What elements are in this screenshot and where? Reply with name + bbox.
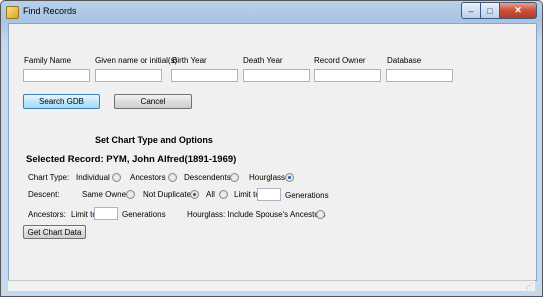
ancestors-limit-label: Limit to [71, 210, 97, 219]
chart-type-ancestors-radio[interactable] [168, 173, 177, 182]
given-name-label: Given name or initial(s) [95, 56, 178, 65]
descent-not-duplicate-radio[interactable] [190, 190, 199, 199]
record-owner-field[interactable] [314, 69, 381, 82]
chart-type-descendents-label: Descendents [184, 173, 231, 182]
family-name-field[interactable] [23, 69, 90, 82]
ancestors-generations-label: Generations [122, 210, 166, 219]
window-title: Find Records [23, 6, 77, 16]
search-gdb-button[interactable]: Search GDB [23, 94, 100, 109]
descent-not-duplicate-label: Not Duplicate [143, 190, 192, 199]
birth-year-label: Birth Year [172, 56, 207, 65]
minimize-button[interactable]: – [461, 2, 481, 19]
title-bar[interactable]: Find Records – □ ✕ [1, 1, 542, 23]
chart-type-hourglass-label: Hourglass [249, 173, 286, 182]
section-title: Set Chart Type and Options [95, 135, 213, 145]
app-icon [6, 6, 19, 19]
close-icon: ✕ [514, 5, 522, 15]
descent-same-owner-radio[interactable] [126, 190, 135, 199]
hourglass-spouse-ancestors-label: Hourglass: Include Spouse's Ancestors [187, 210, 326, 219]
descent-all-radio[interactable] [219, 190, 228, 199]
database-field[interactable] [386, 69, 453, 82]
descent-all-label: All [206, 190, 215, 199]
selected-record-label: Selected Record: PYM, John Alfred(1891-1… [26, 154, 237, 165]
chart-type-ancestors-label: Ancestors [130, 173, 166, 182]
descent-label: Descent: [28, 190, 60, 199]
chart-type-individual-radio[interactable] [112, 173, 121, 182]
death-year-field[interactable] [243, 69, 310, 82]
death-year-label: Death Year [243, 56, 283, 65]
family-name-label: Family Name [24, 56, 72, 65]
maximize-icon: □ [487, 5, 493, 16]
hourglass-spouse-ancestors-radio[interactable] [316, 210, 325, 219]
maximize-button[interactable]: □ [480, 2, 500, 19]
chart-type-individual-label: Individual [76, 173, 110, 182]
status-bar: ⋰ [8, 280, 535, 291]
descent-generations-label: Generations [285, 191, 329, 200]
get-chart-data-button[interactable]: Get Chart Data [23, 225, 86, 239]
chart-type-label: Chart Type: [28, 173, 70, 182]
given-name-field[interactable] [95, 69, 162, 82]
resize-grip-icon[interactable]: ⋰ [526, 282, 533, 290]
close-button[interactable]: ✕ [499, 2, 537, 19]
birth-year-field[interactable] [171, 69, 238, 82]
chart-type-hourglass-radio[interactable] [285, 173, 294, 182]
dialog-client-area: Family Name Given name or initial(s) Bir… [8, 23, 537, 281]
ancestors-label: Ancestors: [28, 210, 66, 219]
descent-limit-field[interactable] [257, 188, 281, 201]
descent-same-owner-label: Same Owner [82, 190, 129, 199]
record-owner-label: Record Owner [314, 56, 366, 65]
ancestors-limit-field[interactable] [94, 207, 118, 220]
descent-limit-label: Limit to [234, 190, 260, 199]
find-records-window: Find Records – □ ✕ Family Name Given nam… [0, 0, 543, 297]
minimize-icon: – [468, 5, 474, 16]
database-label: Database [387, 56, 422, 65]
cancel-button[interactable]: Cancel [114, 94, 192, 109]
chart-type-descendents-radio[interactable] [230, 173, 239, 182]
